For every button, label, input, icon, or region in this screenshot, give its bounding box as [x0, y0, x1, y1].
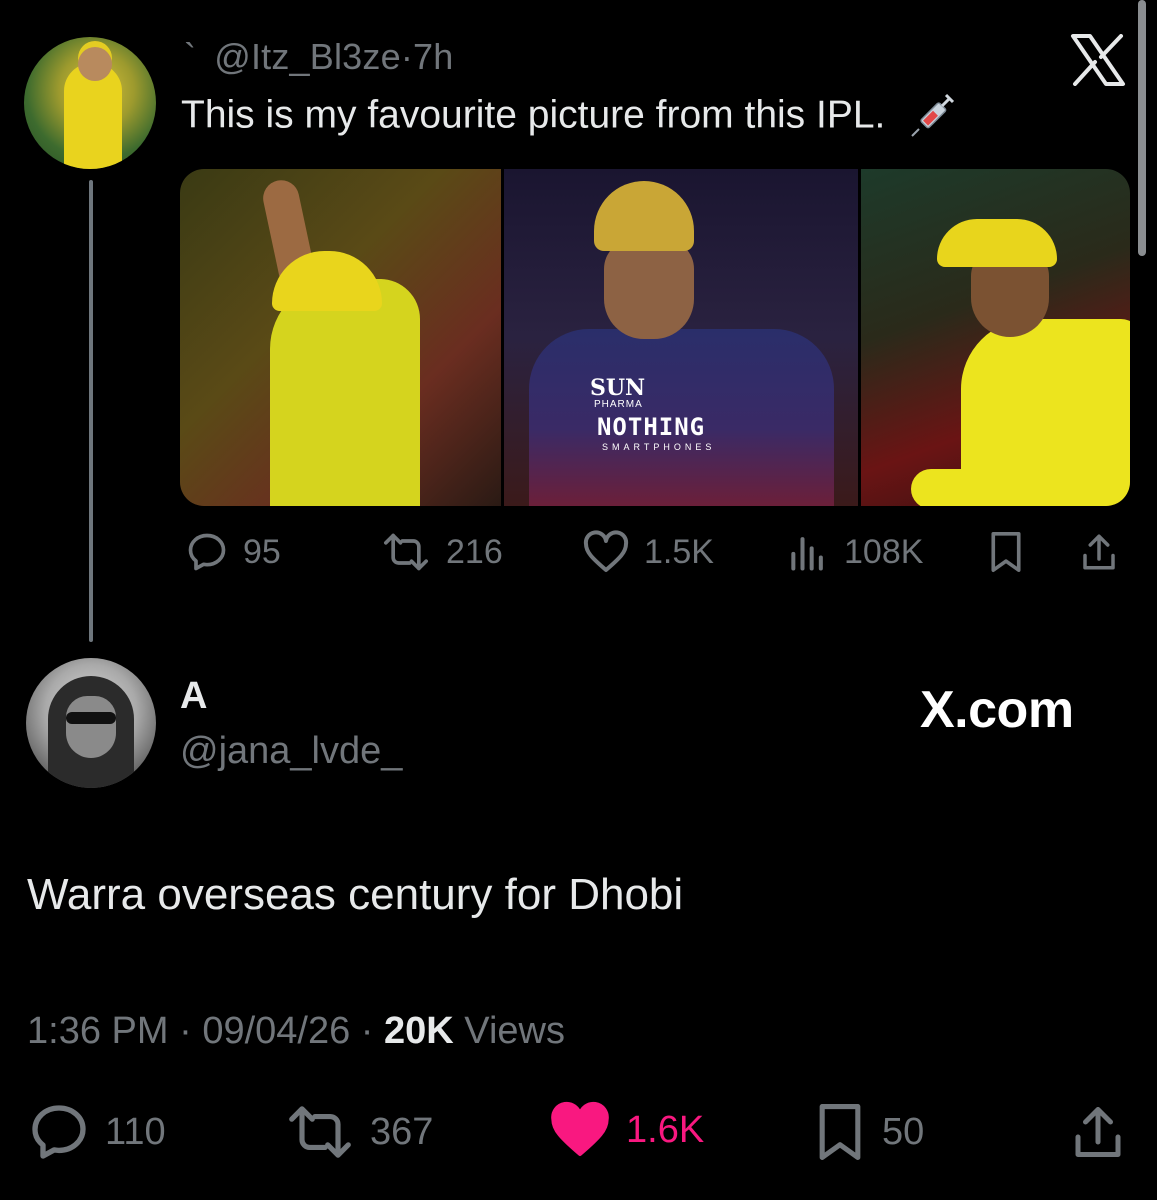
- views-icon: [791, 537, 823, 571]
- xcom-watermark: X.com: [920, 681, 1074, 739]
- header-prefix: `: [184, 36, 197, 77]
- meta-separator: ·: [179, 1010, 192, 1052]
- quoted-tweet-body: This is my favourite picture from this I…: [181, 93, 886, 137]
- like-button[interactable]: 1.5K: [582, 530, 714, 574]
- quoted-tweet-header: ` @Itz_Bl3ze·7h: [184, 36, 453, 78]
- reply-tweet-text: Warra overseas century for Dhobi: [27, 870, 684, 919]
- reply-icon: [188, 533, 226, 571]
- thread-line: [89, 180, 93, 642]
- tweet-date[interactable]: 09/04/26: [202, 1010, 350, 1052]
- reply-button[interactable]: 95: [185, 530, 281, 574]
- screenshot-page: ` @Itz_Bl3ze·7h This is my favourite pict…: [0, 0, 1157, 1200]
- like-icon: [551, 1101, 609, 1156]
- reply-tweet-meta: 1:36 PM · 09/04/26 · 20K Views: [27, 1010, 565, 1053]
- quoted-author-handle[interactable]: @Itz_Bl3ze: [214, 36, 401, 77]
- reply-tweet-actions: 110 367 1.6K 50: [0, 1100, 1157, 1164]
- jersey-sponsor-smartphones: SMARTPHONES: [601, 442, 716, 452]
- like-button[interactable]: 1.6K: [548, 1100, 704, 1160]
- photo-figure-helmet: [593, 181, 694, 251]
- media-photo-1[interactable]: [180, 169, 501, 506]
- avatar-face: [66, 696, 116, 758]
- media-photo-2[interactable]: SUN PHARMA NOTHING SMARTPHONES: [500, 169, 861, 506]
- quoted-tweet-text: This is my favourite picture from this I…: [181, 92, 956, 142]
- media-photo-3[interactable]: [860, 169, 1130, 506]
- tweet-views-label: Views: [464, 1010, 565, 1052]
- retweet-count: 367: [370, 1110, 434, 1153]
- quoted-author-avatar[interactable]: [24, 37, 156, 169]
- share-icon: [1075, 1107, 1121, 1157]
- reply-count: 110: [105, 1110, 166, 1153]
- views-count: 108K: [844, 532, 924, 571]
- photo-figure-body: [270, 279, 420, 506]
- reply-author-handle[interactable]: @jana_lvde_: [180, 730, 402, 773]
- avatar-glasses: [66, 712, 116, 724]
- views-button[interactable]: 108K: [786, 530, 923, 574]
- share-button[interactable]: [1068, 1100, 1128, 1164]
- meta-separator: ·: [360, 1010, 374, 1052]
- bookmark-count: 50: [882, 1110, 925, 1153]
- avatar-head: [78, 47, 112, 81]
- bookmark-icon: [819, 1104, 861, 1160]
- tweet-views-count: 20K: [384, 1010, 454, 1052]
- jersey-sponsor-pharma: PHARMA: [593, 399, 643, 410]
- photo-figure-face: [603, 239, 694, 339]
- reply-author-avatar[interactable]: [26, 658, 156, 788]
- x-logo-icon[interactable]: [1070, 34, 1126, 86]
- reply-icon: [32, 1105, 86, 1159]
- retweet-count: 216: [446, 532, 503, 571]
- retweet-button[interactable]: 367: [284, 1100, 433, 1164]
- photo-figure-arm: [910, 469, 1051, 506]
- bookmark-icon: [991, 531, 1021, 572]
- reply-author-name[interactable]: A: [180, 675, 207, 718]
- quoted-tweet-actions: 95 216 1.5K 108K: [180, 530, 1130, 586]
- share-icon: [1083, 534, 1115, 570]
- like-count: 1.6K: [626, 1108, 705, 1151]
- reply-count: 95: [243, 532, 281, 571]
- like-count: 1.5K: [644, 532, 714, 571]
- syringe-icon: [911, 93, 955, 137]
- like-icon: [583, 530, 629, 572]
- quoted-tweet-time[interactable]: 7h: [413, 36, 453, 77]
- reply-button[interactable]: 110: [27, 1100, 166, 1164]
- scrollbar[interactable]: [1138, 0, 1146, 256]
- jersey-sponsor-nothing: NOTHING: [596, 413, 706, 441]
- quoted-tweet-media[interactable]: SUN PHARMA NOTHING SMARTPHONES: [180, 169, 1130, 506]
- retweet-icon: [289, 1106, 351, 1158]
- tweet-time[interactable]: 1:36 PM: [27, 1010, 169, 1052]
- retweet-button[interactable]: 216: [380, 530, 503, 574]
- bookmark-button[interactable]: 50: [812, 1100, 924, 1164]
- jersey-sponsor-sun: SUN: [589, 375, 646, 401]
- bookmark-button[interactable]: [986, 530, 1026, 574]
- photo-figure-cap: [936, 219, 1057, 267]
- retweet-icon: [384, 533, 428, 571]
- share-button[interactable]: [1078, 530, 1120, 574]
- header-separator: ·: [400, 36, 414, 77]
